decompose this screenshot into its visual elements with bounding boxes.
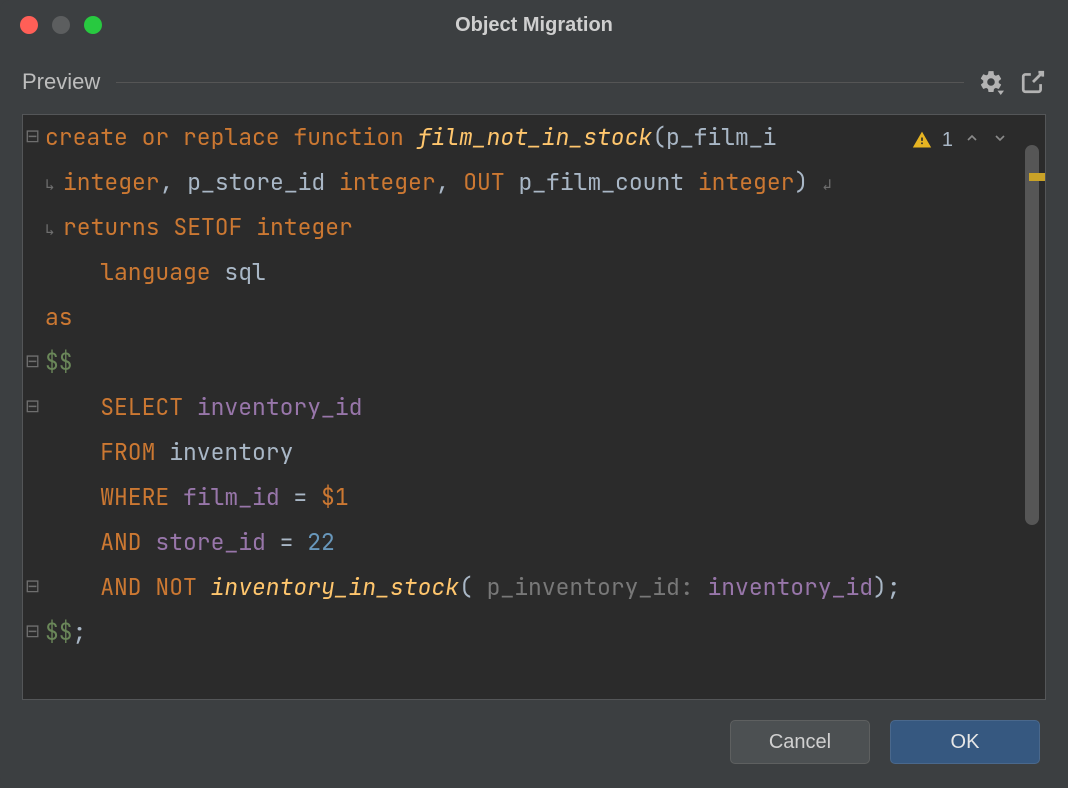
preview-panel-header: Preview <box>0 50 1068 110</box>
code-line[interactable]: language sql <box>45 250 1017 295</box>
code-line[interactable]: SELECT inventory_id <box>45 385 1017 430</box>
code-token: FROM <box>45 437 169 467</box>
vertical-scrollbar[interactable] <box>1025 145 1039 525</box>
code-token: film_id <box>183 482 280 512</box>
chevron-up-icon <box>964 130 980 146</box>
code-token: , <box>436 167 464 197</box>
separator <box>116 82 964 83</box>
error-stripe-marker[interactable] <box>1029 173 1045 181</box>
code-token: AND NOT <box>45 572 211 602</box>
open-in-editor-button[interactable] <box>1020 69 1046 95</box>
zoom-window-button[interactable] <box>84 16 102 34</box>
titlebar: Object Migration <box>0 0 1068 50</box>
code-token: WHERE <box>45 482 183 512</box>
code-token: p_inventory_id: <box>487 572 708 602</box>
preview-panel-title: Preview <box>22 69 116 95</box>
code-line[interactable]: AND NOT inventory_in_stock( p_inventory_… <box>45 565 1017 610</box>
code-line[interactable]: ↳returns SETOF integer <box>45 205 1017 250</box>
code-token: , <box>160 167 188 197</box>
code-line[interactable]: ↳integer, p_store_id integer, OUT p_film… <box>45 160 1017 205</box>
fold-toggle[interactable]: ⊟ <box>25 622 40 640</box>
code-token: p_store_id <box>187 167 339 197</box>
editor-gutter: ⊟ ⊟ ⊟ ⊟ ⊟ <box>23 115 45 699</box>
code-token: = <box>280 482 321 512</box>
code-token: inventory_id <box>707 572 873 602</box>
code-token: ( <box>652 122 666 152</box>
code-token: SELECT <box>45 392 197 422</box>
code-line[interactable]: $$; <box>45 610 1017 655</box>
code-token: $1 <box>321 482 349 512</box>
code-line[interactable]: create or replace function film_not_in_s… <box>45 115 1017 160</box>
ok-button[interactable]: OK <box>890 720 1040 764</box>
code-token: create or replace function <box>45 122 418 152</box>
code-line[interactable]: $$ <box>45 340 1017 385</box>
code-token: film_not_in_stock <box>418 122 653 152</box>
object-migration-dialog: Object Migration Preview ⊟ ⊟ ⊟ ⊟ ⊟ create or… <box>0 0 1068 788</box>
warning-icon <box>912 130 932 150</box>
code-token: store_id <box>155 527 265 557</box>
code-token: OUT <box>463 167 518 197</box>
code-token: p_film_i <box>666 122 776 152</box>
code-token: = <box>266 527 307 557</box>
code-token: AND <box>45 527 155 557</box>
inspection-summary: 1 <box>906 125 1015 155</box>
code-token: ( <box>459 572 487 602</box>
code-token: ↲ <box>822 162 840 207</box>
fold-toggle[interactable]: ⊟ <box>25 397 40 415</box>
settings-button[interactable] <box>978 69 1004 95</box>
code-line[interactable]: as <box>45 295 1017 340</box>
code-token: $$ <box>45 617 73 647</box>
gear-icon <box>978 69 1004 95</box>
code-token: returns SETOF <box>63 212 256 242</box>
code-token: integer <box>63 167 160 197</box>
code-editor[interactable]: ⊟ ⊟ ⊟ ⊟ ⊟ create or replace function film_no… <box>22 114 1046 700</box>
code-line[interactable]: AND store_id = 22 <box>45 520 1017 565</box>
minimize-window-button[interactable] <box>52 16 70 34</box>
code-token: integer <box>339 167 436 197</box>
window-controls <box>0 16 102 34</box>
code-token: p_film_count <box>518 167 697 197</box>
chevron-down-icon <box>992 130 1008 146</box>
warning-count: 1 <box>942 129 953 152</box>
code-token: as <box>45 302 73 332</box>
code-token: integer <box>256 212 353 242</box>
code-token: ↳ <box>45 207 63 252</box>
code-line[interactable]: FROM inventory <box>45 430 1017 475</box>
code-token: sql <box>224 257 265 287</box>
code-token: 22 <box>307 527 335 557</box>
open-in-new-icon <box>1020 69 1046 95</box>
dialog-footer: Cancel OK <box>0 718 1068 788</box>
code-token: ); <box>873 572 901 602</box>
code-token: integer <box>698 167 795 197</box>
code-content[interactable]: create or replace function film_not_in_s… <box>45 115 1017 699</box>
close-window-button[interactable] <box>20 16 38 34</box>
code-token: $$ <box>45 347 73 377</box>
window-title: Object Migration <box>0 14 1068 37</box>
prev-highlight-button[interactable] <box>963 130 981 151</box>
code-token: ; <box>73 617 87 647</box>
code-token: inventory_id <box>197 392 363 422</box>
fold-toggle[interactable]: ⊟ <box>25 352 40 370</box>
fold-toggle[interactable]: ⊟ <box>25 127 40 145</box>
cancel-button[interactable]: Cancel <box>730 720 870 764</box>
code-token: language <box>45 257 224 287</box>
fold-toggle[interactable]: ⊟ <box>25 577 40 595</box>
code-token: ↳ <box>45 162 63 207</box>
next-highlight-button[interactable] <box>991 130 1009 151</box>
code-token: ) <box>794 167 822 197</box>
code-line[interactable]: WHERE film_id = $1 <box>45 475 1017 520</box>
code-token: inventory_in_stock <box>211 572 459 602</box>
code-token: inventory <box>169 437 293 467</box>
